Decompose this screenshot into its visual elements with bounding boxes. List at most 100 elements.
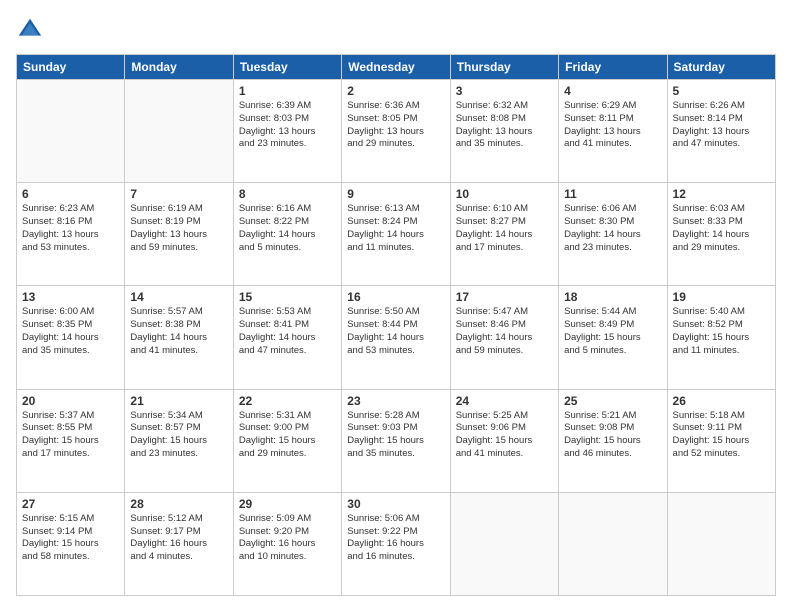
day-detail: Sunrise: 5:37 AMSunset: 8:55 PMDaylight:… [22,410,119,461]
day-number: 2 [347,84,444,98]
day-detail: Sunrise: 5:25 AMSunset: 9:06 PMDaylight:… [456,410,553,461]
calendar-cell: 3 Sunrise: 6:32 AMSunset: 8:08 PMDaylight… [450,80,558,183]
weekday-header-thursday: Thursday [450,55,558,80]
calendar-cell: 23Sunrise: 5:28 AMSunset: 9:03 PMDayligh… [342,389,450,492]
weekday-header-wednesday: Wednesday [342,55,450,80]
day-number: 15 [239,290,336,304]
week-row-3: 13 Sunrise: 6:00 AMSunset: 8:35 PMDayligh… [17,286,776,389]
logo-icon [16,16,44,44]
calendar-cell: 16 Sunrise: 5:50 AMSunset: 8:44 PMDayligh… [342,286,450,389]
day-number: 19 [673,290,770,304]
header [16,16,776,44]
day-detail: Sunrise: 5:15 AMSunset: 9:14 PMDaylight:… [22,513,119,564]
calendar-cell: 6 Sunrise: 6:23 AMSunset: 8:16 PMDaylight… [17,183,125,286]
calendar-cell: 25 Sunrise: 5:21 AMSunset: 9:08 PMDayligh… [559,389,667,492]
day-number: 1 [239,84,336,98]
day-detail: Sunrise: 6:10 AMSunset: 8:27 PMDaylight:… [456,203,553,254]
day-detail: Sunrise: 6:13 AMSunset: 8:24 PMDaylight:… [347,203,444,254]
day-detail: Sunrise: 5:53 AMSunset: 8:41 PMDaylight:… [239,306,336,357]
day-number: 13 [22,290,119,304]
calendar-cell [667,492,775,595]
weekday-header-monday: Monday [125,55,233,80]
day-number: 23 [347,394,444,408]
day-detail: Sunrise: 5:31 AMSunset: 9:00 PMDaylight:… [239,410,336,461]
day-detail: Sunrise: 5:57 AMSunset: 8:38 PMDaylight:… [130,306,227,357]
calendar-cell: 13 Sunrise: 6:00 AMSunset: 8:35 PMDayligh… [17,286,125,389]
day-number: 26 [673,394,770,408]
weekday-header-saturday: Saturday [667,55,775,80]
day-number: 10 [456,187,553,201]
logo [16,16,48,44]
day-detail: Sunrise: 5:50 AMSunset: 8:44 PMDaylight:… [347,306,444,357]
calendar-table: SundayMondayTuesdayWednesdayThursdayFrid… [16,54,776,596]
calendar-cell [450,492,558,595]
day-number: 25 [564,394,661,408]
calendar-cell: 8 Sunrise: 6:16 AMSunset: 8:22 PMDaylight… [233,183,341,286]
calendar-cell: 4 Sunrise: 6:29 AMSunset: 8:11 PMDaylight… [559,80,667,183]
week-row-5: 27 Sunrise: 5:15 AMSunset: 9:14 PMDayligh… [17,492,776,595]
week-row-4: 20 Sunrise: 5:37 AMSunset: 8:55 PMDayligh… [17,389,776,492]
day-number: 9 [347,187,444,201]
calendar-cell: 9 Sunrise: 6:13 AMSunset: 8:24 PMDaylight… [342,183,450,286]
calendar-cell: 17Sunrise: 5:47 AMSunset: 8:46 PMDayligh… [450,286,558,389]
day-detail: Sunrise: 6:03 AMSunset: 8:33 PMDaylight:… [673,203,770,254]
day-detail: Sunrise: 6:29 AMSunset: 8:11 PMDaylight:… [564,100,661,151]
calendar-cell: 22 Sunrise: 5:31 AMSunset: 9:00 PMDayligh… [233,389,341,492]
calendar-cell: 5 Sunrise: 6:26 AMSunset: 8:14 PMDaylight… [667,80,775,183]
day-number: 11 [564,187,661,201]
day-number: 22 [239,394,336,408]
day-number: 21 [130,394,227,408]
day-number: 27 [22,497,119,511]
day-detail: Sunrise: 5:44 AMSunset: 8:49 PMDaylight:… [564,306,661,357]
weekday-header-sunday: Sunday [17,55,125,80]
calendar-cell: 2 Sunrise: 6:36 AMSunset: 8:05 PMDaylight… [342,80,450,183]
day-number: 3 [456,84,553,98]
day-number: 24 [456,394,553,408]
calendar-cell: 18 Sunrise: 5:44 AMSunset: 8:49 PMDayligh… [559,286,667,389]
day-detail: Sunrise: 5:40 AMSunset: 8:52 PMDaylight:… [673,306,770,357]
day-detail: Sunrise: 6:26 AMSunset: 8:14 PMDaylight:… [673,100,770,151]
day-number: 4 [564,84,661,98]
week-row-1: 1 Sunrise: 6:39 AMSunset: 8:03 PMDaylight… [17,80,776,183]
week-row-2: 6 Sunrise: 6:23 AMSunset: 8:16 PMDaylight… [17,183,776,286]
calendar-cell [125,80,233,183]
page: SundayMondayTuesdayWednesdayThursdayFrid… [0,0,792,612]
day-detail: Sunrise: 5:12 AMSunset: 9:17 PMDaylight:… [130,513,227,564]
day-number: 29 [239,497,336,511]
weekday-header-friday: Friday [559,55,667,80]
day-detail: Sunrise: 6:06 AMSunset: 8:30 PMDaylight:… [564,203,661,254]
day-detail: Sunrise: 6:32 AMSunset: 8:08 PMDaylight:… [456,100,553,151]
day-number: 6 [22,187,119,201]
calendar-cell: 15 Sunrise: 5:53 AMSunset: 8:41 PMDayligh… [233,286,341,389]
day-number: 17 [456,290,553,304]
day-detail: Sunrise: 6:39 AMSunset: 8:03 PMDaylight:… [239,100,336,151]
day-number: 20 [22,394,119,408]
day-number: 8 [239,187,336,201]
calendar-cell [559,492,667,595]
day-detail: Sunrise: 6:23 AMSunset: 8:16 PMDaylight:… [22,203,119,254]
day-detail: Sunrise: 5:06 AMSunset: 9:22 PMDaylight:… [347,513,444,564]
calendar-cell: 7Sunrise: 6:19 AMSunset: 8:19 PMDaylight… [125,183,233,286]
day-detail: Sunrise: 6:00 AMSunset: 8:35 PMDaylight:… [22,306,119,357]
day-number: 18 [564,290,661,304]
calendar-cell: 19 Sunrise: 5:40 AMSunset: 8:52 PMDayligh… [667,286,775,389]
day-detail: Sunrise: 6:19 AMSunset: 8:19 PMDaylight:… [130,203,227,254]
day-detail: Sunrise: 6:36 AMSunset: 8:05 PMDaylight:… [347,100,444,151]
calendar-cell: 28 Sunrise: 5:12 AMSunset: 9:17 PMDayligh… [125,492,233,595]
calendar-cell: 30Sunrise: 5:06 AMSunset: 9:22 PMDayligh… [342,492,450,595]
day-number: 5 [673,84,770,98]
calendar-cell: 24 Sunrise: 5:25 AMSunset: 9:06 PMDayligh… [450,389,558,492]
calendar-cell: 26 Sunrise: 5:18 AMSunset: 9:11 PMDayligh… [667,389,775,492]
day-number: 16 [347,290,444,304]
day-detail: Sunrise: 5:18 AMSunset: 9:11 PMDaylight:… [673,410,770,461]
day-detail: Sunrise: 5:21 AMSunset: 9:08 PMDaylight:… [564,410,661,461]
calendar-cell: 12Sunrise: 6:03 AMSunset: 8:33 PMDayligh… [667,183,775,286]
calendar-cell: 1 Sunrise: 6:39 AMSunset: 8:03 PMDaylight… [233,80,341,183]
calendar-cell: 29 Sunrise: 5:09 AMSunset: 9:20 PMDayligh… [233,492,341,595]
calendar-cell: 10 Sunrise: 6:10 AMSunset: 8:27 PMDayligh… [450,183,558,286]
day-number: 28 [130,497,227,511]
day-detail: Sunrise: 6:16 AMSunset: 8:22 PMDaylight:… [239,203,336,254]
calendar-cell: 27 Sunrise: 5:15 AMSunset: 9:14 PMDayligh… [17,492,125,595]
day-detail: Sunrise: 5:09 AMSunset: 9:20 PMDaylight:… [239,513,336,564]
calendar-cell: 21Sunrise: 5:34 AMSunset: 8:57 PMDayligh… [125,389,233,492]
